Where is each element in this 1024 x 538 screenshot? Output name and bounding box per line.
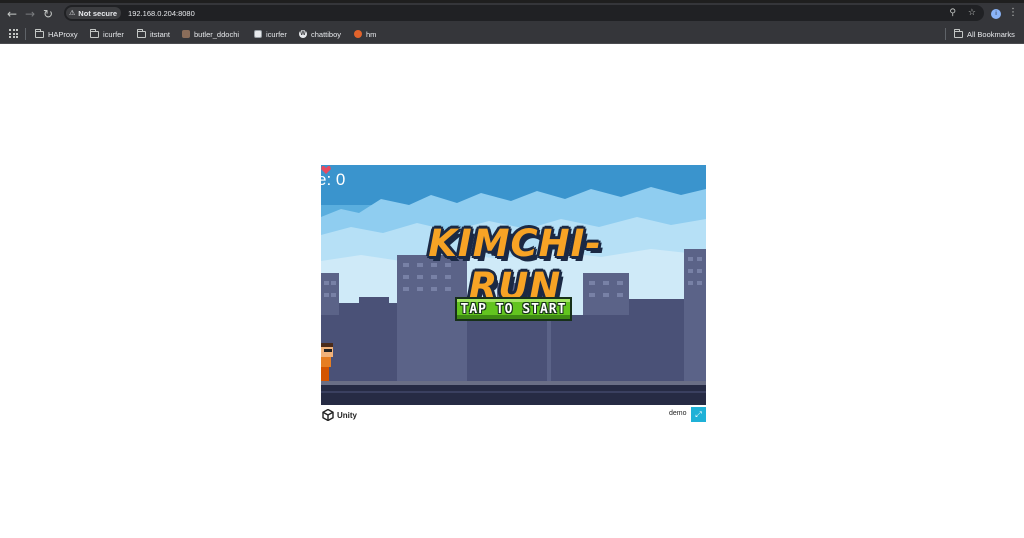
folder-icon bbox=[90, 28, 99, 38]
address-bar[interactable]: ⚠ Not secure 192.168.0.204:8080 ⚲ ☆ bbox=[64, 5, 984, 21]
browser-toolbar: ← → ↻ ⚠ Not secure 192.168.0.204:8080 ⚲ … bbox=[0, 3, 1024, 24]
bookmark-label: chattiboy bbox=[311, 29, 342, 39]
bookmark-label: butler_ddochi bbox=[194, 29, 240, 39]
apps-grid-icon[interactable] bbox=[9, 29, 18, 38]
all-bookmarks[interactable]: All Bookmarks bbox=[945, 28, 1015, 40]
bookmark-star-icon[interactable]: ☆ bbox=[968, 8, 976, 18]
bookmarks-bar: HAProxy icurfer itstant butler_ddochi ic… bbox=[0, 24, 1024, 44]
all-bookmarks-label: All Bookmarks bbox=[967, 29, 1015, 39]
folder-icon bbox=[35, 28, 44, 38]
profile-avatar[interactable]: i bbox=[991, 9, 1001, 19]
divider bbox=[945, 28, 946, 40]
heart-icon bbox=[321, 166, 331, 174]
url-text[interactable]: 192.168.0.204:8080 bbox=[128, 9, 195, 18]
bookmarks-divider bbox=[25, 28, 26, 40]
build-title: demo bbox=[669, 410, 687, 417]
bookmark-label: icurfer bbox=[266, 29, 287, 39]
menu-kebab-icon[interactable]: ⋮ bbox=[1008, 7, 1018, 18]
folder-icon bbox=[137, 28, 146, 38]
bookmark-haproxy[interactable]: HAProxy bbox=[35, 28, 78, 40]
game-canvas[interactable]: e: 0 KIMCHI-RUN TAP TO START bbox=[321, 165, 706, 405]
gitlab-icon bbox=[354, 30, 362, 38]
security-chip[interactable]: ⚠ Not secure bbox=[66, 7, 122, 19]
unity-cube-icon bbox=[322, 409, 334, 421]
bookmark-icurfer-folder[interactable]: icurfer bbox=[90, 28, 124, 40]
bookmark-butler-ddochi[interactable]: butler_ddochi bbox=[182, 28, 239, 40]
bookmark-label: hm bbox=[366, 29, 377, 39]
bookmark-label: itstant bbox=[150, 29, 171, 39]
reload-icon[interactable]: ↻ bbox=[39, 5, 57, 23]
site-favicon bbox=[254, 30, 262, 38]
tap-to-start-button[interactable]: TAP TO START bbox=[455, 297, 572, 321]
unity-logo: Unity bbox=[322, 409, 357, 421]
unity-footer: Unity demo ⤢ bbox=[321, 405, 706, 425]
bookmark-label: icurfer bbox=[103, 29, 124, 39]
wordpress-icon: W bbox=[299, 30, 307, 38]
warning-icon: ⚠ bbox=[69, 9, 76, 17]
bookmark-itstant[interactable]: itstant bbox=[137, 28, 170, 40]
expand-icon: ⤢ bbox=[695, 409, 702, 419]
zoom-icon[interactable]: ⚲ bbox=[949, 8, 956, 18]
bookmark-chattiboy[interactable]: W chattiboy bbox=[299, 28, 341, 40]
bookmark-label: HAProxy bbox=[48, 29, 78, 39]
back-arrow-icon[interactable]: ← bbox=[3, 5, 21, 23]
forward-arrow-icon[interactable]: → bbox=[21, 5, 39, 23]
security-label: Not secure bbox=[78, 8, 118, 18]
unity-logo-text: Unity bbox=[337, 410, 357, 420]
folder-icon bbox=[954, 28, 963, 38]
bookmark-icurfer[interactable]: icurfer bbox=[254, 28, 287, 40]
fullscreen-button[interactable]: ⤢ bbox=[691, 407, 706, 422]
game-logo: KIMCHI-RUN bbox=[428, 222, 602, 308]
site-favicon bbox=[182, 30, 190, 38]
address-bar-actions: ⚲ ☆ bbox=[949, 5, 976, 21]
bookmark-hm[interactable]: hm bbox=[354, 28, 376, 40]
unity-container: e: 0 KIMCHI-RUN TAP TO START Unity demo … bbox=[321, 165, 706, 425]
